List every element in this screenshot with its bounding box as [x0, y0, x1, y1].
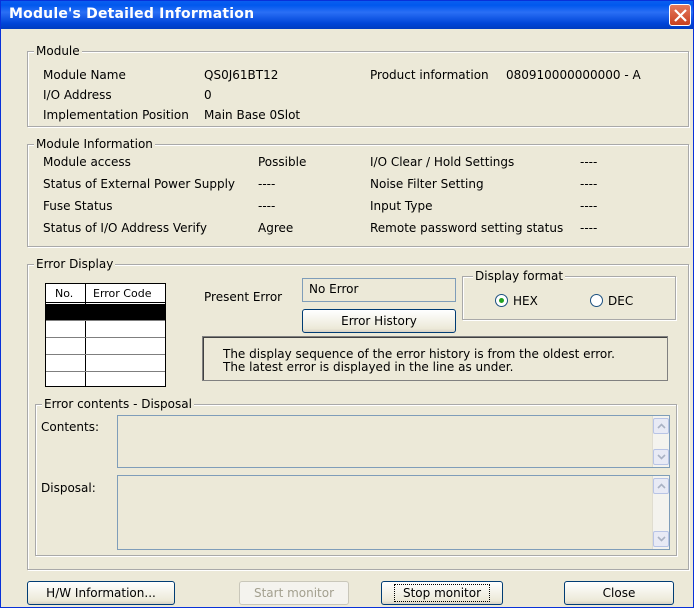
table-row[interactable]: [46, 355, 165, 372]
error-display-legend: Error Display: [34, 257, 116, 271]
display-format-group: Display format: [462, 269, 676, 320]
module-name-label: Module Name: [43, 68, 126, 82]
present-error-value: No Error: [309, 282, 359, 296]
io-verify-label: Status of I/O Address Verify: [43, 221, 207, 235]
module-access-label: Module access: [43, 155, 131, 169]
remote-password-label: Remote password setting status: [370, 221, 564, 235]
column-header-error-code: Error Code: [93, 287, 152, 300]
product-info-value: 080910000000000 - A: [506, 68, 641, 82]
table-row[interactable]: [46, 304, 165, 321]
info-line-2: The latest error is displayed in the lin…: [223, 360, 514, 374]
stop-monitor-label: Stop monitor: [393, 584, 491, 602]
module-name-value: QS0J61BT12: [204, 68, 279, 82]
module-detail-window: Module's Detailed Information Module Mod…: [0, 0, 694, 608]
close-window-button[interactable]: [669, 4, 691, 26]
chevron-up-icon: [657, 423, 666, 429]
stop-monitor-button[interactable]: Stop monitor: [381, 581, 503, 605]
input-type-value: ----: [580, 199, 598, 213]
noise-filter-value: ----: [580, 177, 598, 191]
fuse-status-label: Fuse Status: [43, 199, 113, 213]
close-icon: [674, 9, 687, 22]
table-row[interactable]: [46, 338, 165, 355]
impl-position-label: Implementation Position: [43, 108, 189, 122]
table-row[interactable]: [46, 321, 165, 338]
io-clear-hold-label: I/O Clear / Hold Settings: [370, 155, 515, 169]
scroll-down-button[interactable]: [653, 449, 669, 465]
error-contents-disposal-legend: Error contents - Disposal: [42, 397, 194, 411]
disposal-textarea[interactable]: [117, 475, 670, 550]
error-history-table[interactable]: No. Error Code: [45, 283, 166, 387]
start-monitor-button[interactable]: Start monitor: [239, 581, 349, 605]
disposal-scrollbar[interactable]: [652, 476, 669, 549]
hw-information-button[interactable]: H/W Information...: [27, 581, 175, 605]
present-error-field: No Error: [302, 278, 456, 302]
disposal-label: Disposal:: [41, 481, 96, 495]
scroll-up-button[interactable]: [653, 478, 669, 494]
ext-power-label: Status of External Power Supply: [43, 177, 236, 191]
hex-radio-label[interactable]: HEX: [513, 294, 538, 308]
close-button[interactable]: Close: [564, 581, 674, 605]
noise-filter-label: Noise Filter Setting: [370, 177, 484, 191]
impl-position-value: Main Base 0Slot: [204, 108, 301, 122]
chevron-down-icon: [657, 536, 666, 542]
dec-radio-label[interactable]: DEC: [608, 294, 633, 308]
column-header-no: No.: [55, 287, 74, 300]
module-access-value: Possible: [258, 155, 307, 169]
display-format-legend: Display format: [473, 269, 566, 283]
remote-password-value: ----: [580, 221, 598, 235]
chevron-up-icon: [657, 483, 666, 489]
input-type-label: Input Type: [370, 199, 433, 213]
present-error-label: Present Error: [204, 290, 283, 304]
table-header: No. Error Code: [46, 284, 165, 303]
io-clear-hold-value: ----: [580, 155, 598, 169]
hex-radio[interactable]: [495, 294, 508, 307]
contents-textarea[interactable]: [117, 415, 670, 468]
error-history-button[interactable]: Error History: [302, 309, 456, 333]
product-info-label: Product information: [370, 68, 489, 82]
table-row[interactable]: [46, 372, 165, 389]
module-legend: Module: [34, 44, 82, 58]
window-title: Module's Detailed Information: [9, 6, 255, 22]
contents-label: Contents:: [41, 420, 100, 434]
error-history-info: The display sequence of the error histor…: [202, 336, 668, 381]
scroll-down-button[interactable]: [653, 531, 669, 547]
fuse-status-value: ----: [258, 199, 276, 213]
dec-radio[interactable]: [590, 294, 603, 307]
ext-power-value: ----: [258, 177, 276, 191]
contents-scrollbar[interactable]: [652, 416, 669, 467]
io-address-label: I/O Address: [43, 88, 112, 102]
io-address-value: 0: [204, 88, 212, 102]
io-verify-value: Agree: [258, 221, 294, 235]
scroll-up-button[interactable]: [653, 418, 669, 434]
title-bar[interactable]: Module's Detailed Information: [1, 1, 693, 29]
module-information-legend: Module Information: [34, 137, 155, 151]
chevron-down-icon: [657, 454, 666, 460]
